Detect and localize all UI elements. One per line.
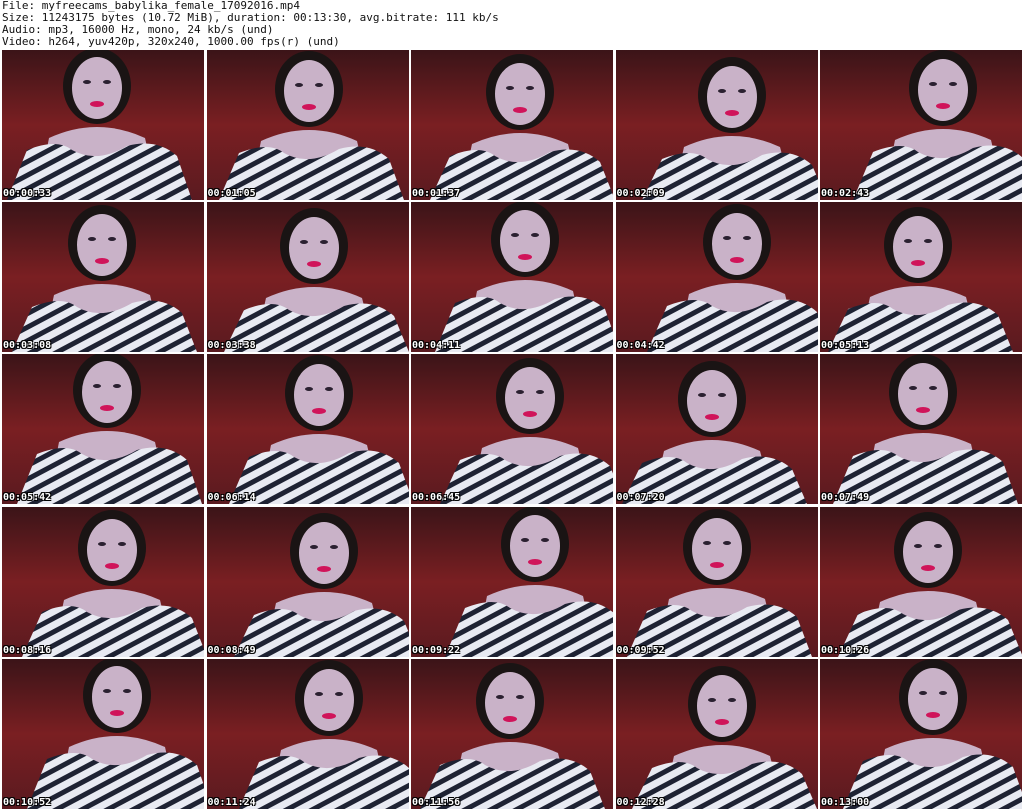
frame-timestamp: 00:10:26 [821, 644, 870, 656]
video-frame-thumbnail[interactable]: 00:06:45 [411, 354, 613, 505]
frame-image [615, 202, 818, 353]
frame-image [206, 202, 409, 353]
frame-image [615, 354, 818, 505]
video-frame-thumbnail[interactable]: 00:06:14 [206, 354, 409, 505]
frame-image [820, 202, 1022, 353]
frame-image [2, 658, 204, 809]
frame-image [411, 202, 613, 353]
frame-image [615, 50, 818, 200]
frame-timestamp: 00:11:56 [412, 796, 461, 808]
frame-timestamp: 00:07:49 [821, 492, 870, 504]
frame-timestamp: 00:00:33 [3, 188, 52, 199]
video-frame-thumbnail[interactable]: 00:10:26 [820, 506, 1022, 657]
video-frame-thumbnail[interactable]: 00:02:09 [615, 50, 818, 200]
video-frame-thumbnail[interactable]: 00:02:43 [820, 50, 1022, 200]
video-frame-thumbnail[interactable]: 00:11:24 [206, 658, 409, 809]
frame-image [206, 50, 409, 200]
frame-timestamp: 00:08:49 [207, 644, 256, 656]
file-info-header: File: myfreecams_babylika_female_1709201… [2, 0, 1022, 48]
video-frame-thumbnail[interactable]: 00:09:22 [411, 506, 613, 657]
frame-image [206, 354, 409, 505]
frame-timestamp: 00:02:09 [616, 188, 665, 199]
frame-timestamp: 00:06:14 [207, 492, 256, 504]
frame-image [820, 50, 1022, 200]
video-frame-thumbnail[interactable]: 00:04:11 [411, 202, 613, 353]
video-info-line: Video: h264, yuv420p, 320x240, 1000.00 f… [2, 35, 340, 48]
frame-timestamp: 00:06:45 [412, 492, 461, 504]
frame-image [206, 658, 409, 809]
frame-image [820, 658, 1022, 809]
frame-timestamp: 00:01:05 [207, 188, 256, 199]
frame-timestamp: 00:01:37 [412, 188, 461, 199]
video-frame-thumbnail[interactable]: 00:09:52 [615, 506, 818, 657]
frame-timestamp: 00:09:22 [412, 644, 461, 656]
frame-image [411, 354, 613, 505]
video-frame-thumbnail[interactable]: 00:05:13 [820, 202, 1022, 353]
video-frame-thumbnail[interactable]: 00:11:56 [411, 658, 613, 809]
frame-timestamp: 00:09:52 [616, 644, 665, 656]
frame-timestamp: 00:05:13 [821, 340, 870, 352]
frame-image [411, 506, 613, 657]
frame-timestamp: 00:11:24 [207, 796, 256, 808]
frame-timestamp: 00:13:00 [821, 796, 870, 808]
frame-timestamp: 00:04:11 [412, 340, 461, 352]
frame-image [2, 202, 204, 353]
frame-timestamp: 00:08:16 [3, 644, 52, 656]
video-frame-thumbnail[interactable]: 00:01:37 [411, 50, 613, 200]
video-frame-thumbnail[interactable]: 00:03:38 [206, 202, 409, 353]
frame-image [206, 506, 409, 657]
frame-image [2, 506, 204, 657]
frame-timestamp: 00:12:28 [616, 796, 665, 808]
video-frame-thumbnail[interactable]: 00:05:42 [2, 354, 204, 505]
frame-image [2, 50, 204, 200]
video-frame-thumbnail[interactable]: 00:04:42 [615, 202, 818, 353]
video-frame-thumbnail[interactable]: 00:12:28 [615, 658, 818, 809]
video-frame-thumbnail[interactable]: 00:03:08 [2, 202, 204, 353]
video-frame-thumbnail[interactable]: 00:07:20 [615, 354, 818, 505]
video-frame-thumbnail[interactable]: 00:08:16 [2, 506, 204, 657]
frame-image [615, 506, 818, 657]
frame-timestamp: 00:10:52 [3, 796, 52, 808]
frame-timestamp: 00:04:42 [616, 340, 665, 352]
frame-timestamp: 00:02:43 [821, 188, 870, 199]
video-frame-thumbnail[interactable]: 00:08:49 [206, 506, 409, 657]
thumbnail-grid: 00:00:33 00:01:05 00:01:37 00:02:09 00:0… [2, 50, 1022, 809]
frame-image [820, 354, 1022, 505]
video-frame-thumbnail[interactable]: 00:13:00 [820, 658, 1022, 809]
frame-timestamp: 00:05:42 [3, 492, 52, 504]
frame-image [820, 506, 1022, 657]
frame-image [615, 658, 818, 809]
frame-timestamp: 00:03:38 [207, 340, 256, 352]
frame-timestamp: 00:07:20 [616, 492, 665, 504]
video-frame-thumbnail[interactable]: 00:07:49 [820, 354, 1022, 505]
video-frame-thumbnail[interactable]: 00:01:05 [206, 50, 409, 200]
frame-image [411, 50, 613, 200]
video-frame-thumbnail[interactable]: 00:00:33 [2, 50, 204, 200]
frame-image [2, 354, 204, 505]
frame-image [411, 658, 613, 809]
frame-timestamp: 00:03:08 [3, 340, 52, 352]
video-frame-thumbnail[interactable]: 00:10:52 [2, 658, 204, 809]
